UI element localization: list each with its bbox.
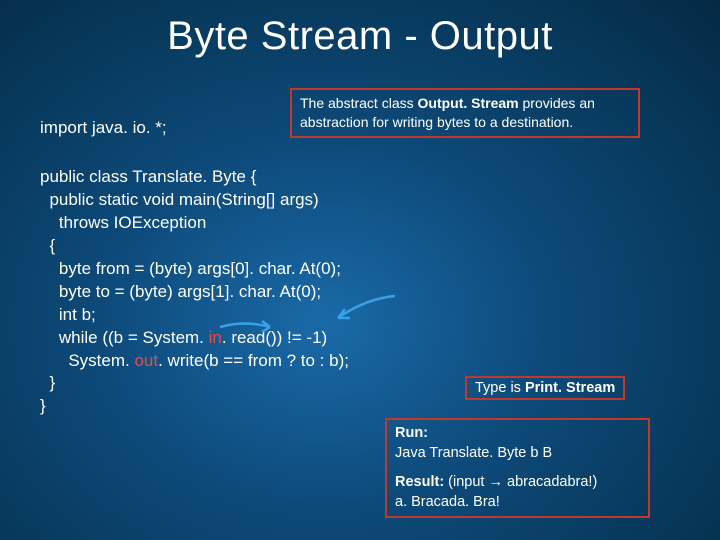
code-line-part: . write(b == from ? to : b); — [158, 351, 349, 370]
result-section: Result: (input → abracadabra!) a. Bracad… — [395, 473, 640, 512]
callout-text-pre: The abstract class — [300, 95, 418, 111]
slide-title: Byte Stream - Output — [0, 0, 720, 59]
code-line: throws IOException — [40, 213, 206, 232]
result-label: Result: — [395, 474, 444, 490]
import-statement: import java. io. *; — [40, 118, 167, 138]
code-highlight-out: out — [134, 351, 158, 370]
code-line: } — [40, 396, 46, 415]
code-line: } — [40, 373, 55, 392]
callout-classname: Print. Stream — [525, 380, 615, 396]
code-line: byte from = (byte) args[0]. char. At(0); — [40, 259, 341, 278]
code-line-part: . read()) != -1) — [222, 328, 327, 347]
result-output: a. Bracada. Bra! — [395, 494, 500, 510]
code-highlight-in: in — [209, 328, 222, 347]
run-command: Java Translate. Byte b B — [395, 445, 552, 461]
code-line: { — [40, 236, 55, 255]
run-label: Run: — [395, 425, 428, 441]
abstract-class-callout: The abstract class Output. Stream provid… — [290, 88, 640, 138]
code-line-part: System. — [40, 351, 134, 370]
result-hint: (input → abracadabra!) — [444, 474, 597, 490]
code-line: byte to = (byte) args[1]. char. At(0); — [40, 282, 321, 301]
code-line-part: while ((b = System. — [40, 328, 209, 347]
code-line: public static void main(String[] args) — [40, 190, 319, 209]
run-section: Run: Java Translate. Byte b B — [395, 424, 640, 463]
run-result-callout: Run: Java Translate. Byte b B Result: (i… — [385, 418, 650, 518]
code-line: public class Translate. Byte { — [40, 167, 256, 186]
callout-text-pre: Type is — [475, 380, 525, 396]
callout-classname: Output. Stream — [418, 95, 519, 111]
code-listing: public class Translate. Byte { public st… — [40, 166, 349, 418]
code-line: int b; — [40, 305, 96, 324]
type-callout: Type is Print. Stream — [465, 376, 625, 400]
